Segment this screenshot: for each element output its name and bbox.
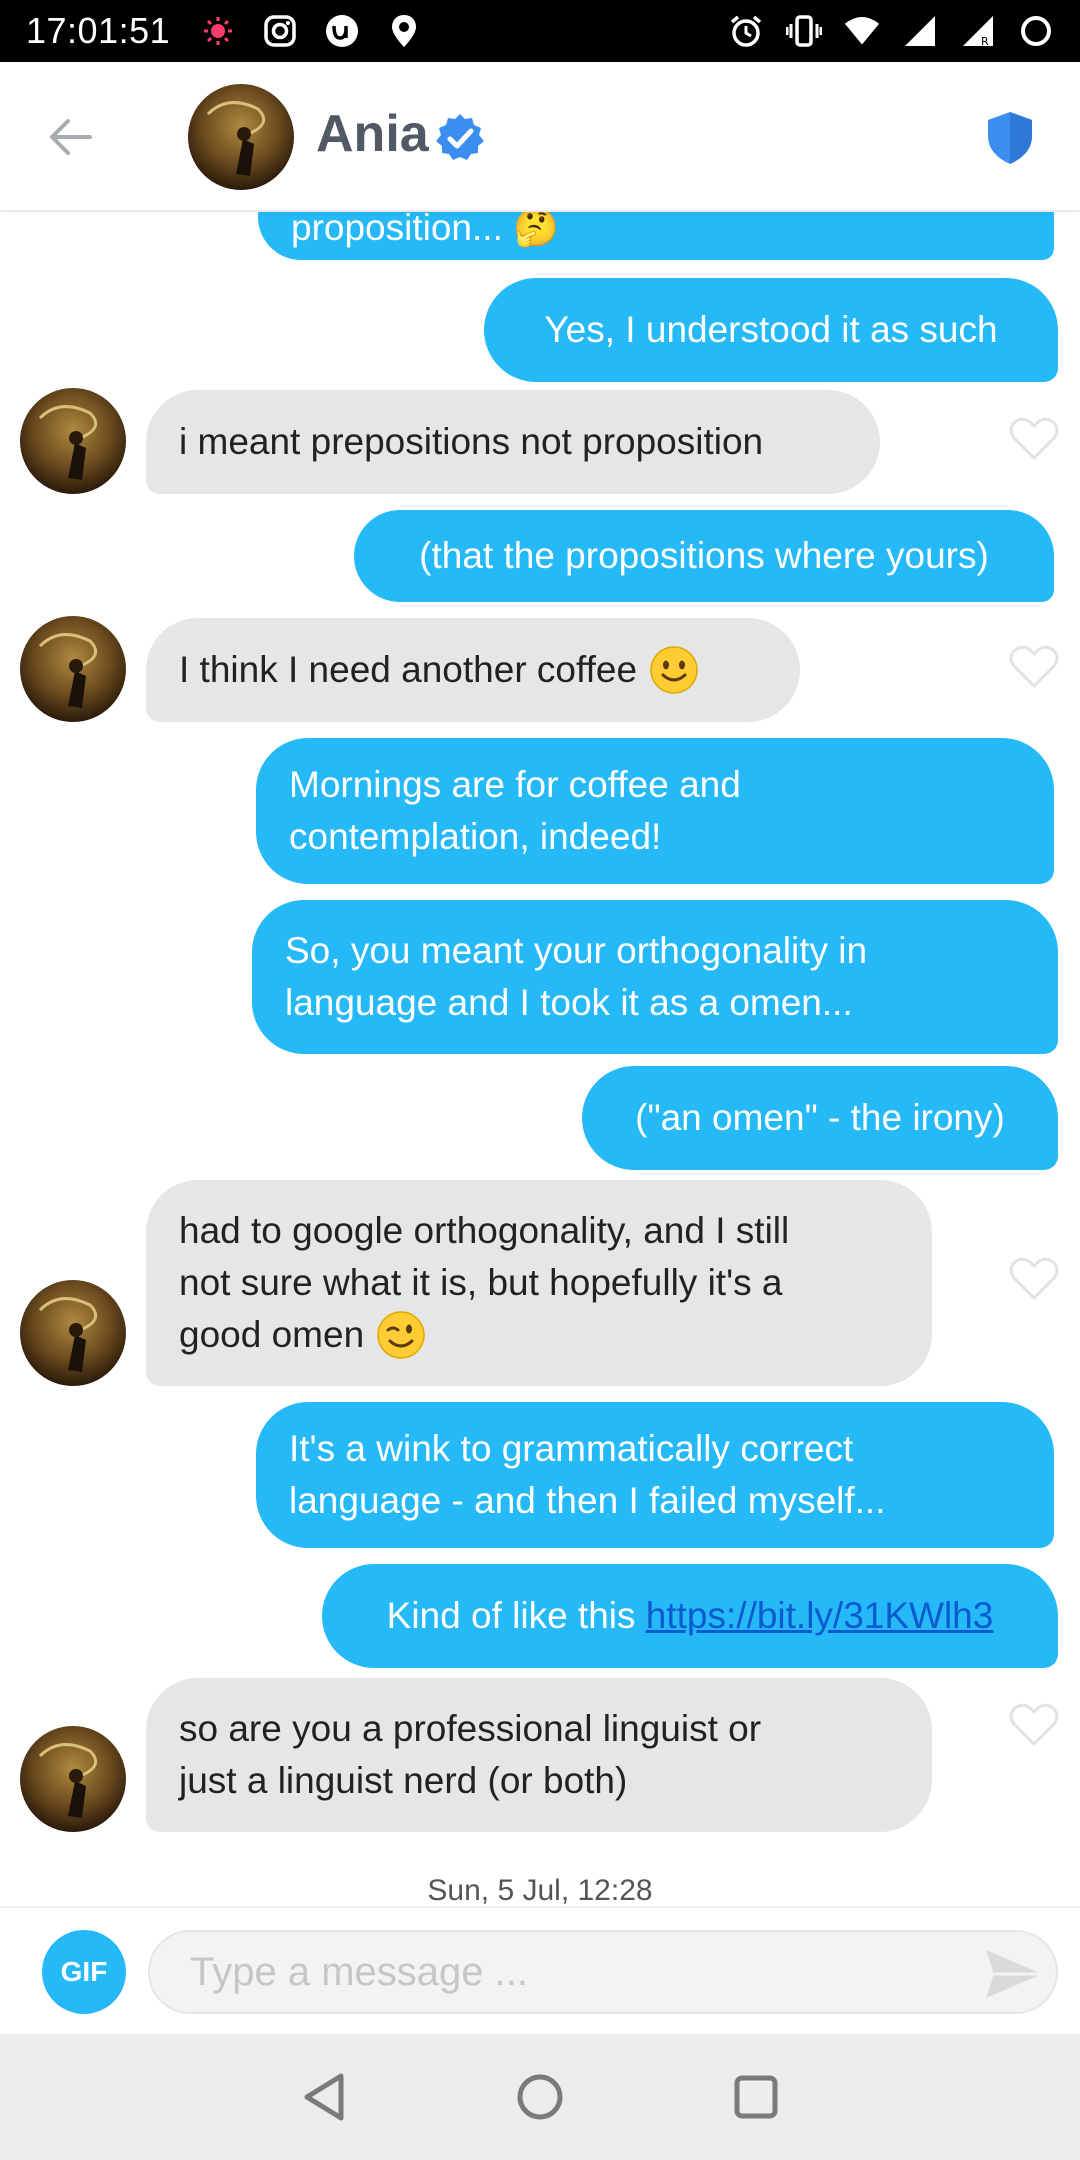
triangle-back-icon	[304, 2073, 344, 2121]
received-message[interactable]: i meant prepositions not proposition	[146, 390, 880, 494]
message-line: language - and then I failed myself...	[289, 1480, 886, 1521]
message-line: had to google orthogonality, and I still	[179, 1210, 790, 1251]
circle-home-icon	[517, 2074, 563, 2120]
instagram-icon	[262, 13, 298, 49]
wifi-icon	[844, 13, 880, 49]
date-stamp: Sun, 5 Jul, 12:28	[427, 1874, 653, 1906]
sent-message[interactable]: (that the propositions where yours)	[354, 510, 1054, 602]
like-heart-icon[interactable]	[1008, 1700, 1060, 1748]
status-left-icons	[200, 13, 422, 49]
alarm-icon	[728, 13, 764, 49]
message-line: just a linguist nerd (or both)	[179, 1760, 628, 1801]
message-line: language and I took it as a omen...	[285, 982, 853, 1023]
send-button[interactable]	[984, 1948, 1044, 2000]
message-text: ("an omen" - the irony)	[635, 1097, 1005, 1138]
sent-message[interactable]: Kind of like this https://bit.ly/31KWlh3	[322, 1564, 1058, 1668]
contact-name[interactable]: Ania	[316, 104, 429, 164]
message-line: good omen	[179, 1314, 365, 1355]
message-text: i meant prepositions not proposition	[179, 421, 764, 462]
gif-button[interactable]: GIF	[42, 1930, 126, 2014]
wink-emoji-icon	[376, 1310, 426, 1360]
message-link[interactable]: https://bit.ly/31KWlh3	[646, 1590, 994, 1642]
message-text: proposition... 🤔	[291, 212, 560, 248]
back-button[interactable]	[40, 107, 100, 167]
verified-badge-icon	[434, 112, 486, 164]
sent-message[interactable]: proposition... 🤔	[258, 212, 1054, 260]
contact-avatar-small[interactable]	[20, 616, 126, 722]
vibrate-icon	[786, 13, 822, 49]
status-right-icons: R	[728, 13, 1054, 49]
sent-message[interactable]: Mornings are for coffee and contemplatio…	[256, 738, 1054, 884]
message-input[interactable]: Type a message ...	[148, 1930, 1058, 2014]
message-line: so are you a professional linguist or	[179, 1708, 762, 1749]
message-text: Kind of like this	[386, 1595, 636, 1636]
message-text: I think I need another coffee	[179, 649, 638, 690]
contact-avatar-small[interactable]	[20, 1280, 126, 1386]
message-composer: GIF Type a message ...	[0, 1906, 1080, 2034]
status-time: 17:01:51	[26, 10, 171, 51]
message-line-with-emoji: good omen	[179, 1309, 426, 1361]
like-heart-icon[interactable]	[1008, 414, 1060, 462]
chat-header: Ania	[0, 62, 1080, 212]
square-recents-icon	[734, 2075, 778, 2119]
received-message[interactable]: had to google orthogonality, and I still…	[146, 1180, 932, 1386]
sent-message[interactable]: ("an omen" - the irony)	[582, 1066, 1058, 1170]
battery-icon	[1018, 13, 1054, 49]
sent-message[interactable]: It's a wink to grammatically correct lan…	[256, 1402, 1054, 1548]
send-icon	[986, 1950, 1042, 1998]
message-text: (that the propositions where yours)	[419, 535, 989, 576]
message-line: So, you meant your orthogonality in	[285, 930, 868, 971]
signal-icon	[902, 13, 938, 49]
message-line: not sure what it is, but hopefully it's …	[179, 1262, 783, 1303]
shield-icon	[988, 112, 1032, 164]
arrow-left-icon	[50, 119, 92, 155]
received-message[interactable]: I think I need another coffee	[146, 618, 800, 722]
sent-message[interactable]: So, you meant your orthogonality in lang…	[252, 900, 1058, 1054]
contact-avatar-small[interactable]	[20, 388, 126, 494]
sent-message[interactable]: Yes, I understood it as such	[484, 278, 1058, 382]
nav-back-button[interactable]	[296, 2069, 352, 2125]
contact-avatar[interactable]	[188, 84, 294, 190]
like-heart-icon[interactable]	[1008, 642, 1060, 690]
svg-text:R: R	[981, 35, 989, 48]
received-message[interactable]: so are you a professional linguist or ju…	[146, 1678, 932, 1832]
system-nav-bar	[0, 2034, 1080, 2160]
contact-avatar-small[interactable]	[20, 1726, 126, 1832]
location-icon	[386, 13, 422, 49]
slight-smile-emoji-icon	[649, 645, 699, 695]
like-heart-icon[interactable]	[1008, 1254, 1060, 1302]
message-line: It's a wink to grammatically correct	[289, 1428, 854, 1469]
nav-recents-button[interactable]	[728, 2069, 784, 2125]
message-line: Mornings are for coffee and	[289, 764, 741, 805]
message-line: contemplation, indeed!	[289, 816, 662, 857]
safety-shield-button[interactable]	[980, 108, 1040, 168]
notification-dot-icon	[200, 13, 236, 49]
app-u-icon	[324, 13, 360, 49]
status-bar: 17:01:51 R	[0, 0, 1080, 62]
nav-home-button[interactable]	[512, 2069, 568, 2125]
message-list[interactable]: proposition... 🤔 Yes, I understood it as…	[0, 212, 1080, 1906]
signal-r-icon: R	[960, 13, 996, 49]
message-text: Yes, I understood it as such	[544, 309, 998, 350]
